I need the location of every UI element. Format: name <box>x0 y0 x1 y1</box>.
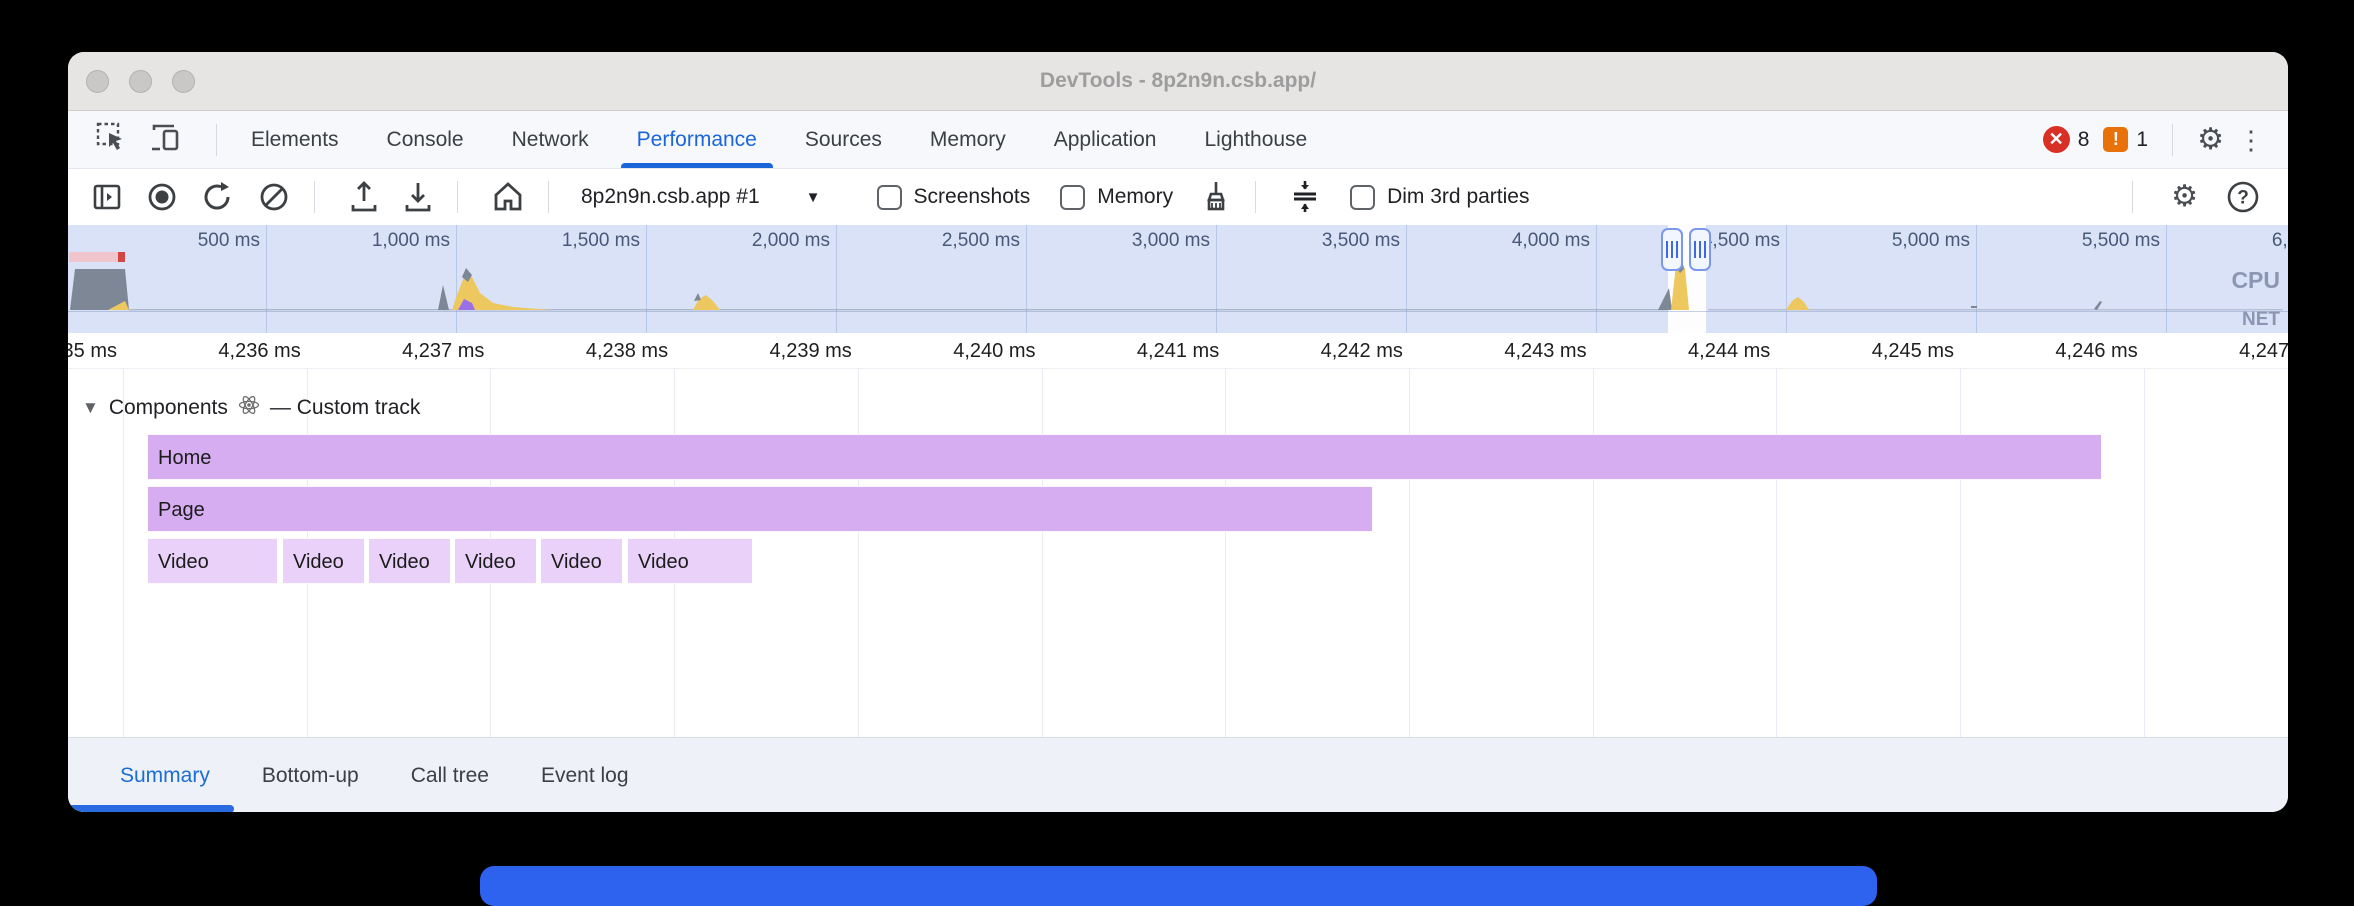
bottom-tab-call-tree[interactable]: Call tree <box>385 764 515 788</box>
track-bar-video[interactable]: Video <box>541 538 622 584</box>
tab-console[interactable]: Console <box>363 111 488 168</box>
bottom-tab-summary[interactable]: Summary <box>94 764 236 788</box>
ruler-tick-label: 4,247 ms <box>2161 340 2288 363</box>
bottom-tab-event-log[interactable]: Event log <box>515 764 655 788</box>
divider <box>216 124 217 156</box>
home-live-metrics-icon[interactable] <box>492 181 524 213</box>
memory-label: Memory <box>1097 185 1173 209</box>
divider <box>314 181 315 213</box>
track-bar-page[interactable]: Page <box>148 486 1372 532</box>
capture-settings-gear-icon[interactable]: ⚙ <box>2171 182 2198 212</box>
panel-tabs: ElementsConsoleNetworkPerformanceSources… <box>227 111 1331 168</box>
memory-checkbox[interactable]: Memory <box>1060 185 1173 210</box>
clear-icon[interactable] <box>258 181 290 213</box>
track-bar-video[interactable]: Video <box>455 538 536 584</box>
devtools-tabbar: ElementsConsoleNetworkPerformanceSources… <box>68 111 2288 169</box>
ruler-tick-label: 4,241 ms <box>1059 340 1219 363</box>
window-title: DevTools - 8p2n9n.csb.app/ <box>68 52 2288 110</box>
ruler-tick-label: 4,244 ms <box>1610 340 1770 363</box>
toggle-sidebar-icon[interactable] <box>92 182 122 212</box>
record-icon[interactable] <box>146 181 178 213</box>
checkbox-box[interactable] <box>1350 185 1375 210</box>
screenshots-checkbox[interactable]: Screenshots <box>877 185 1031 210</box>
tab-lighthouse[interactable]: Lighthouse <box>1180 111 1331 168</box>
divider <box>1255 181 1256 213</box>
tab-memory[interactable]: Memory <box>906 111 1030 168</box>
performance-toolbar: 8p2n9n.csb.app #1 ▼ Screenshots Memory <box>68 169 2288 225</box>
warning-count[interactable]: 1 <box>2136 128 2148 152</box>
collapse-compress-icon[interactable] <box>1290 180 1320 214</box>
error-count[interactable]: 8 <box>2078 128 2090 152</box>
save-profile-icon[interactable] <box>403 181 433 213</box>
cpu-band-label: CPU <box>2231 267 2280 294</box>
custom-track-header[interactable]: ▼ Components — Custom track <box>82 394 420 422</box>
tab-sources[interactable]: Sources <box>781 111 906 168</box>
track-title: Components <box>109 396 228 420</box>
background-window-strip <box>480 866 1877 906</box>
flamechart-area[interactable]: ▼ Components — Custom track Home Page Vide… <box>68 368 2288 737</box>
track-bar-video[interactable]: Video <box>148 538 277 584</box>
net-band-label: NET <box>2242 309 2280 331</box>
svg-text:?: ? <box>2237 188 2249 209</box>
main-time-ruler: 4,235 ms 4,236 ms 4,237 ms 4,238 ms 4,239 ms… <box>68 333 2288 368</box>
title-bar: DevTools - 8p2n9n.csb.app/ <box>68 52 2288 111</box>
bottom-tab-bottom-up[interactable]: Bottom-up <box>236 764 385 788</box>
react-atom-icon <box>238 394 260 422</box>
settings-gear-icon[interactable]: ⚙ <box>2197 125 2224 155</box>
tab-network[interactable]: Network <box>488 111 613 168</box>
track-bar-home[interactable]: Home <box>148 434 2101 480</box>
cpu-activity-chart <box>68 225 2288 333</box>
track-subtitle: — Custom track <box>270 396 421 420</box>
ruler-tick-label: 4,237 ms <box>324 340 484 363</box>
bottom-panel-bar: SummaryBottom-upCall treeEvent log <box>68 737 2288 812</box>
garbage-collect-brush-icon[interactable] <box>1201 180 1231 214</box>
error-badge-icon[interactable]: ✕ <box>2043 126 2070 153</box>
track-bar-video[interactable]: Video <box>283 538 364 584</box>
tab-application[interactable]: Application <box>1030 111 1181 168</box>
disclosure-triangle-icon[interactable]: ▼ <box>82 398 99 418</box>
load-profile-icon[interactable] <box>349 181 379 213</box>
checkbox-box[interactable] <box>877 185 902 210</box>
target-selector[interactable]: 8p2n9n.csb.app #1 ▼ <box>581 185 821 209</box>
screenshots-label: Screenshots <box>914 185 1031 209</box>
dim-3rd-parties-label: Dim 3rd parties <box>1387 185 1529 209</box>
ruler-tick-label: 4,236 ms <box>141 340 301 363</box>
bottom-tabs: SummaryBottom-upCall treeEvent log <box>68 738 2288 812</box>
ruler-tick-label: 4,245 ms <box>1794 340 1954 363</box>
active-tab-underline <box>68 805 234 812</box>
divider <box>548 181 549 213</box>
help-icon[interactable]: ? <box>2226 180 2260 214</box>
divider <box>2132 181 2133 213</box>
tab-elements[interactable]: Elements <box>227 111 363 168</box>
ruler-tick-label: 4,240 ms <box>876 340 1036 363</box>
inspect-element-icon[interactable] <box>96 122 126 157</box>
selection-right-handle[interactable] <box>1689 228 1711 271</box>
timeline-overview[interactable]: 500 ms1,000 ms1,500 ms2,000 ms2,500 ms3,… <box>68 225 2288 333</box>
divider <box>2172 124 2173 156</box>
target-label: 8p2n9n.csb.app #1 <box>581 185 760 209</box>
track-bar-video[interactable]: Video <box>369 538 450 584</box>
ruler-tick-label: 4,242 ms <box>1243 340 1403 363</box>
warning-badge-icon[interactable]: ! <box>2103 127 2128 152</box>
net-band-separator <box>68 311 2288 312</box>
device-toolbar-icon[interactable] <box>150 122 182 157</box>
ruler-tick-label: 4,239 ms <box>692 340 852 363</box>
divider <box>457 181 458 213</box>
ruler-tick-label: 4,238 ms <box>508 340 668 363</box>
dim-3rd-parties-checkbox[interactable]: Dim 3rd parties <box>1350 185 1529 210</box>
kebab-menu-icon[interactable]: ⋮ <box>2238 127 2264 153</box>
ruler-tick-label: 4,246 ms <box>1978 340 2138 363</box>
chevron-down-icon: ▼ <box>806 189 821 206</box>
checkbox-box[interactable] <box>1060 185 1085 210</box>
ruler-tick-label: 4,243 ms <box>1427 340 1587 363</box>
tab-performance[interactable]: Performance <box>613 111 781 168</box>
devtools-window: DevTools - 8p2n9n.csb.app/ ElementsConso… <box>68 52 2288 812</box>
track-bar-video[interactable]: Video <box>628 538 752 584</box>
selection-left-handle[interactable] <box>1661 228 1683 271</box>
record-and-reload-icon[interactable] <box>202 181 234 213</box>
ruler-tick-label: 4,235 ms <box>68 340 117 363</box>
